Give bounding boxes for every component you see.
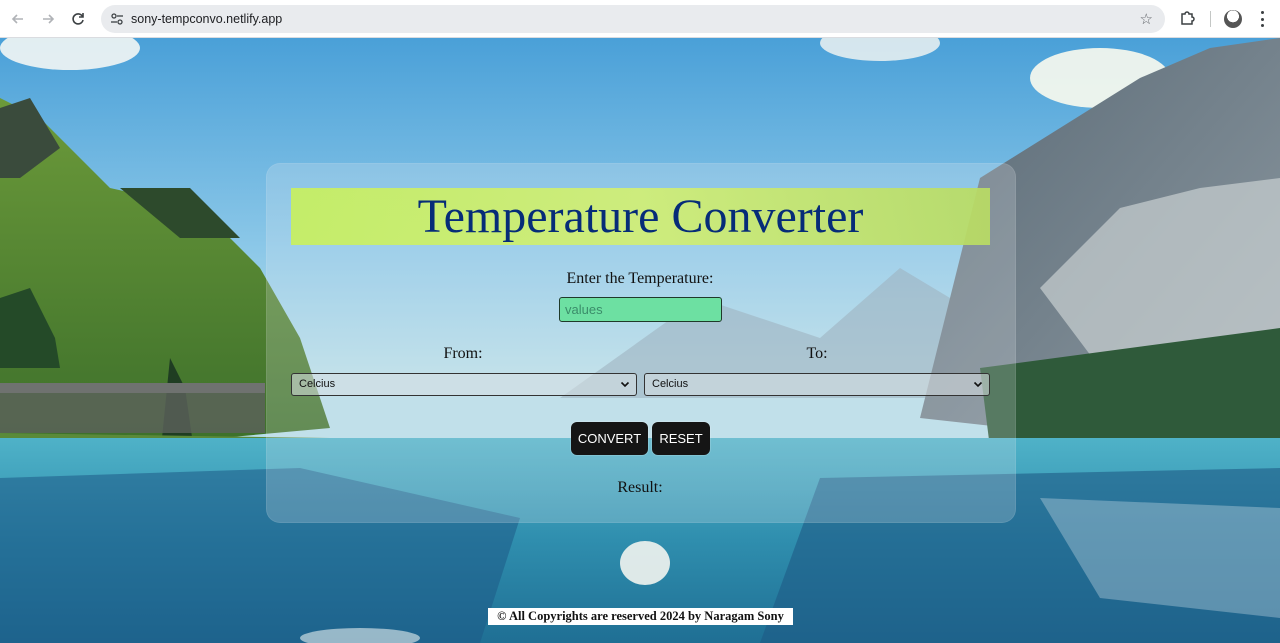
back-arrow-icon[interactable] <box>6 7 30 31</box>
address-bar[interactable]: sony-tempconvo.netlify.app ☆ <box>101 5 1165 33</box>
temperature-input-label: Enter the Temperature: <box>566 270 714 287</box>
result-label: Result: <box>617 479 663 496</box>
site-info-icon[interactable] <box>109 11 125 27</box>
chevron-down-icon <box>973 381 983 388</box>
to-label: To: <box>806 345 828 362</box>
reload-icon[interactable] <box>66 7 90 31</box>
chevron-down-icon <box>620 381 630 388</box>
profile-avatar[interactable] <box>1224 10 1242 28</box>
browser-toolbar: sony-tempconvo.netlify.app ☆ <box>0 0 1280 38</box>
puzzle-icon[interactable] <box>1178 8 1198 28</box>
convert-button[interactable]: CONVERT <box>571 422 648 455</box>
page-viewport: Temperature Converter Enter the Temperat… <box>0 38 1280 643</box>
copyright-footer: © All Copyrights are reserved 2024 by Na… <box>488 608 793 625</box>
reset-button[interactable]: RESET <box>652 422 710 455</box>
temperature-input[interactable] <box>559 297 722 322</box>
to-unit-select[interactable]: Celcius <box>644 373 990 396</box>
page-title: Temperature Converter <box>417 190 864 243</box>
to-unit-value: Celcius <box>652 378 689 390</box>
url-text: sony-tempconvo.netlify.app <box>131 12 283 26</box>
from-unit-select[interactable]: Celcius <box>291 373 637 396</box>
toolbar-divider <box>1210 11 1211 27</box>
from-unit-value: Celcius <box>299 378 336 390</box>
forward-arrow-icon[interactable] <box>36 7 60 31</box>
converter-card: Temperature Converter Enter the Temperat… <box>266 163 1016 523</box>
from-label: From: <box>443 345 483 362</box>
kebab-menu-icon[interactable] <box>1253 9 1271 29</box>
star-icon[interactable]: ☆ <box>1140 10 1153 28</box>
